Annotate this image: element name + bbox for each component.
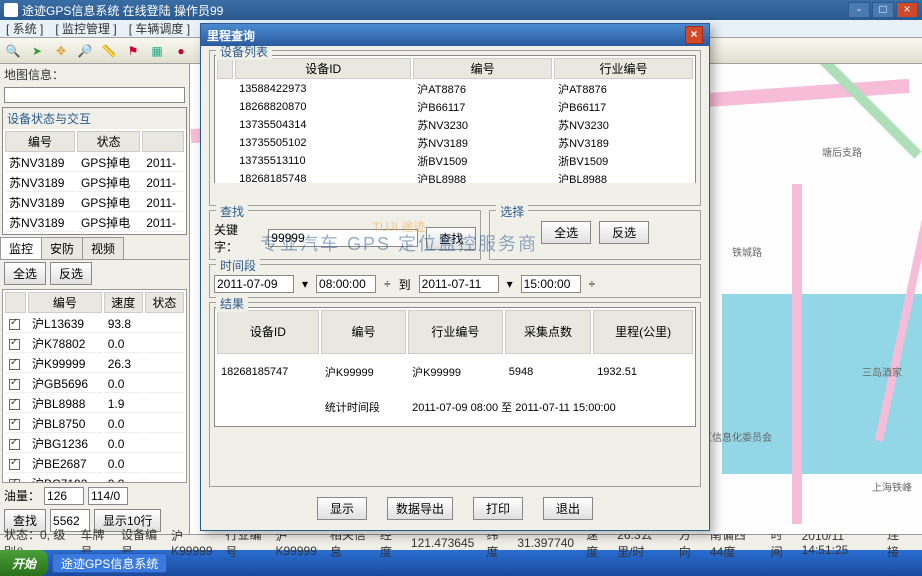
tab-monitor[interactable]: 监控 bbox=[0, 237, 42, 259]
time-to-input[interactable] bbox=[521, 275, 581, 293]
mapinfo-label: 地图信息： bbox=[0, 64, 189, 85]
vehicle-row[interactable]: 沪BG12360.0 bbox=[5, 435, 184, 453]
dialog-select-inverse-button[interactable]: 反选 bbox=[599, 221, 649, 244]
res-col-points[interactable]: 采集点数 bbox=[505, 310, 591, 354]
oil-label: 油量： bbox=[4, 487, 40, 505]
menu-dispatch[interactable]: [ 车辆调度 ] bbox=[125, 20, 194, 37]
status-row[interactable]: 苏NV3189GPS掉电2011- bbox=[5, 194, 184, 212]
menu-system[interactable]: [ 系统 ] bbox=[2, 20, 47, 37]
vehicle-row[interactable]: 沪BC71920.0 bbox=[5, 475, 184, 483]
col-status[interactable]: 状态 bbox=[77, 131, 140, 152]
res-col-mileage[interactable]: 里程(公里) bbox=[593, 310, 693, 354]
taskbar-item[interactable]: 途迹GPS信息系统 bbox=[52, 553, 167, 573]
spinner-icon[interactable]: ÷ bbox=[589, 277, 596, 291]
keyword-label: 关键字： bbox=[214, 221, 260, 255]
device-row[interactable]: 13588422973沪AT8876沪AT8876 bbox=[217, 81, 693, 97]
mileage-query-dialog: 里程查询 × 设备列表 设备ID 编号 行业编号 13588422973沪AT8… bbox=[200, 23, 710, 531]
oil-input-1[interactable] bbox=[44, 487, 84, 505]
res-col-ind[interactable]: 行业编号 bbox=[408, 310, 503, 354]
status-row[interactable]: 苏NV3189GPS掉电2011- bbox=[5, 214, 184, 232]
device-row[interactable]: 13735505102苏NV3189苏NV3189 bbox=[217, 135, 693, 151]
layer-icon[interactable]: ▦ bbox=[148, 42, 166, 60]
search-dialog-button[interactable]: 查找 bbox=[426, 227, 476, 250]
sidebar: 地图信息： 设备状态与交互 编号 状态 苏NV3189GPS掉电2011- 苏NV… bbox=[0, 64, 190, 534]
app-icon bbox=[4, 3, 18, 17]
lat-value: 31.397740 bbox=[517, 536, 574, 550]
device-row[interactable]: 18268185748沪BL8988沪BL8988 bbox=[217, 171, 693, 183]
col-dev-num[interactable]: 编号 bbox=[413, 58, 552, 79]
tab-video[interactable]: 视频 bbox=[82, 237, 124, 259]
status-group-title: 设备状态与交互 bbox=[3, 108, 186, 129]
status-row[interactable]: 苏NV3189GPS掉电2011- bbox=[5, 174, 184, 192]
date-to-input[interactable] bbox=[419, 275, 499, 293]
vehicle-row[interactable]: 沪K788020.0 bbox=[5, 335, 184, 353]
time-from-input[interactable] bbox=[316, 275, 376, 293]
record-icon[interactable]: ● bbox=[172, 42, 190, 60]
status-row[interactable]: 苏NV3189GPS掉电2011- bbox=[5, 154, 184, 172]
tab-security[interactable]: 安防 bbox=[41, 237, 83, 259]
col-date[interactable] bbox=[142, 131, 184, 152]
search-group-title: 查找 bbox=[216, 203, 248, 220]
dialog-titlebar[interactable]: 里程查询 × bbox=[201, 24, 709, 46]
minimize-button[interactable]: - bbox=[848, 2, 870, 18]
result-group-title: 结果 bbox=[216, 295, 248, 312]
exit-button[interactable]: 退出 bbox=[543, 497, 593, 520]
veh-col-status[interactable]: 状态 bbox=[145, 292, 184, 313]
dialog-select-all-button[interactable]: 全选 bbox=[541, 221, 591, 244]
mapinfo-input[interactable] bbox=[4, 87, 185, 103]
spinner-icon[interactable]: ÷ bbox=[384, 277, 391, 291]
dropdown-icon[interactable]: ▾ bbox=[302, 277, 308, 291]
veh-col-id[interactable]: 编号 bbox=[28, 292, 102, 313]
window-titlebar: 途迹GPS信息系统 在线登陆 操作员99 - □ × bbox=[0, 0, 922, 20]
show-button[interactable]: 显示 bbox=[317, 497, 367, 520]
oil-input-2[interactable] bbox=[88, 487, 128, 505]
zoom-icon[interactable]: 🔍 bbox=[4, 42, 22, 60]
to-label: 到 bbox=[399, 276, 411, 293]
device-row[interactable]: 13735513110浙BV1509浙BV1509 bbox=[217, 153, 693, 169]
device-row[interactable]: 13735504314苏NV3230苏NV3230 bbox=[217, 117, 693, 133]
print-button[interactable]: 打印 bbox=[473, 497, 523, 520]
flag-icon[interactable]: ⚑ bbox=[124, 42, 142, 60]
result-summary-row: 统计时间段 2011-07-09 08:00 至 2011-07-11 15:0… bbox=[217, 391, 693, 424]
vehicle-row[interactable]: 沪BE26870.0 bbox=[5, 455, 184, 473]
vehicle-row[interactable]: 沪GB56960.0 bbox=[5, 375, 184, 393]
task-label: 途迹GPS信息系统 bbox=[61, 555, 158, 572]
status-bar: 状态：0, 级别() 车牌号 设备编号 沪K99999 行业编号 沪K99999… bbox=[0, 534, 922, 550]
devlist-group-title: 设备列表 bbox=[216, 46, 272, 60]
dropdown-icon[interactable]: ▾ bbox=[507, 277, 513, 291]
window-title: 途迹GPS信息系统 在线登陆 操作员99 bbox=[22, 2, 848, 19]
export-button[interactable]: 数据导出 bbox=[387, 497, 453, 520]
res-col-devid[interactable]: 设备ID bbox=[217, 310, 319, 354]
device-row[interactable]: 18268820870沪B66117沪B66117 bbox=[217, 99, 693, 115]
res-col-num[interactable]: 编号 bbox=[321, 310, 406, 354]
measure-icon[interactable]: 📏 bbox=[100, 42, 118, 60]
menu-monitor[interactable]: [ 监控管理 ] bbox=[51, 20, 120, 37]
pointer-icon[interactable]: ➤ bbox=[28, 42, 46, 60]
result-row[interactable]: 18268185747 沪K99999 沪K99999 5948 1932.51 bbox=[217, 356, 693, 389]
col-id[interactable]: 编号 bbox=[5, 131, 75, 152]
pan-icon[interactable]: ✥ bbox=[52, 42, 70, 60]
close-button[interactable]: × bbox=[896, 2, 918, 18]
select-all-button[interactable]: 全选 bbox=[4, 262, 46, 285]
vehicle-row[interactable]: 沪BL89881.9 bbox=[5, 395, 184, 413]
vehicle-row[interactable]: 沪BL87500.0 bbox=[5, 415, 184, 433]
select-inverse-button[interactable]: 反选 bbox=[50, 262, 92, 285]
dialog-close-button[interactable]: × bbox=[685, 26, 703, 44]
vehicle-row[interactable]: 沪L1363993.8 bbox=[5, 315, 184, 333]
search-icon[interactable]: 🔎 bbox=[76, 42, 94, 60]
maximize-button[interactable]: □ bbox=[872, 2, 894, 18]
dialog-title: 里程查询 bbox=[207, 27, 255, 44]
lng-value: 121.473645 bbox=[411, 536, 474, 550]
select-group-title: 选择 bbox=[496, 203, 528, 220]
date-from-input[interactable] bbox=[214, 275, 294, 293]
start-button[interactable]: 开始 bbox=[0, 550, 48, 576]
time-group-title: 时间段 bbox=[216, 257, 260, 274]
col-dev-id[interactable]: 设备ID bbox=[235, 58, 411, 79]
veh-col-speed[interactable]: 速度 bbox=[104, 292, 143, 313]
vehicle-row[interactable]: 沪K9999926.3 bbox=[5, 355, 184, 373]
keyword-input[interactable] bbox=[268, 229, 418, 247]
start-label: 开始 bbox=[12, 555, 36, 572]
col-ind-num[interactable]: 行业编号 bbox=[554, 58, 693, 79]
